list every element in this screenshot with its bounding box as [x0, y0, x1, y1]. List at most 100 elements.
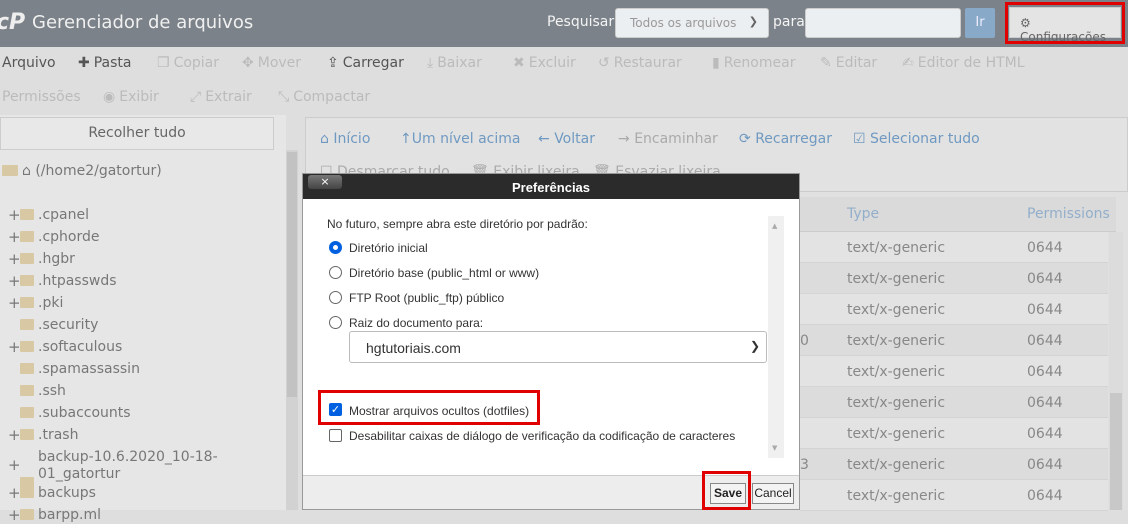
column-type[interactable]: Type [847, 206, 879, 222]
toolbar-arquivo-button[interactable]: Arquivo [2, 55, 56, 71]
tree-item-name: .cpanel [38, 207, 89, 223]
reload-label: Recarregar [755, 131, 832, 147]
scroll-up-icon[interactable]: ▲ [772, 222, 777, 230]
toolbar-extrair-button[interactable]: ⤢ Extrair [190, 89, 252, 105]
app-title: Gerenciador de arquivos [32, 12, 254, 33]
toolbar-permissões-button[interactable]: Permissões [2, 89, 81, 105]
radio-option-label[interactable]: Diretório inicial [349, 241, 428, 255]
search-input[interactable] [805, 8, 961, 38]
toolbar-pasta-button[interactable]: ✚ Pasta [78, 55, 132, 71]
docroot-select[interactable]: hgtutoriais.com ❯ [349, 331, 767, 363]
column-permissions[interactable]: Permissions [1027, 206, 1110, 222]
table-row[interactable]: text/x-generic 0644 [800, 387, 1108, 418]
toolbar-label: Excluir [528, 55, 576, 71]
cancel-button[interactable]: Cancel [752, 483, 794, 504]
toolbar-copiar-button[interactable]: ❐ Copiar [157, 55, 219, 71]
back-button[interactable]: ← Voltar [538, 131, 595, 147]
tree-item[interactable]: .htpasswds [20, 273, 117, 289]
toolbar-excluir-button[interactable]: ✖ Excluir [513, 55, 576, 71]
toolbar-restaurar-button[interactable]: ↺ Restaurar [598, 55, 682, 71]
toolbar-label: Carregar [342, 55, 404, 71]
edit-icon: ✍ [902, 55, 914, 71]
tree-item[interactable]: .spamassassin [20, 361, 140, 377]
toolbar-editar-button[interactable]: ✎ Editar [820, 55, 877, 71]
tree-item-label: .htpasswds [38, 273, 117, 289]
tree-item[interactable]: backups [20, 485, 96, 501]
tree-item[interactable]: .ssh [20, 383, 66, 399]
expand-icon[interactable]: + [8, 456, 21, 474]
table-row[interactable]: 0 text/x-generic 0644 [800, 325, 1108, 356]
tree-item[interactable]: .subaccounts [20, 405, 131, 421]
table-row[interactable]: 3 text/x-generic 0644 [800, 449, 1108, 480]
table-scrollbar-thumb[interactable] [1110, 393, 1122, 510]
forward-button[interactable]: → Encaminhar [618, 131, 718, 147]
tree-item[interactable]: .cphorde [20, 229, 99, 245]
table-row[interactable]: text/x-generic 0644 [800, 356, 1108, 387]
dialog-scrollbar[interactable]: ▲ ▼ [768, 216, 784, 458]
scroll-down-icon[interactable]: ▼ [772, 444, 777, 452]
toolbar-baixar-button[interactable]: ⤓ Baixar [427, 55, 482, 71]
tree-item-name: .trash [38, 427, 79, 443]
expand-icon[interactable]: + [8, 338, 21, 356]
search-scope-select[interactable]: Todos os arquivos ❯ [615, 8, 769, 38]
expand-icon[interactable]: + [8, 228, 21, 246]
expand-icon[interactable]: + [8, 506, 21, 524]
folder-icon [20, 363, 34, 374]
forward-label: Encaminhar [634, 131, 718, 147]
table-row[interactable]: text/x-generic 0644 [800, 418, 1108, 449]
tree-item-name: .hgbr [38, 251, 75, 267]
tree-item[interactable]: .trash [20, 427, 78, 443]
tree-item[interactable]: .pki [20, 295, 63, 311]
close-button[interactable]: × [308, 175, 342, 189]
sidebar-scrollbar-thumb[interactable] [287, 152, 297, 397]
expand-icon[interactable]: + [8, 484, 21, 502]
table-row[interactable]: text/x-generic 0644 [800, 294, 1108, 325]
table-row[interactable]: text/x-generic 0644 [800, 480, 1108, 511]
tree-item[interactable]: barpp.ml [20, 507, 101, 523]
expand-icon[interactable]: + [8, 294, 21, 312]
toolbar-renomear-button[interactable]: ▮ Renomear [712, 55, 795, 71]
select-all-button[interactable]: ☑ Selecionar tudo [853, 131, 980, 147]
x-icon: ✖ [513, 55, 525, 71]
expand-icon[interactable]: + [8, 272, 21, 290]
tree-item[interactable]: backup-10.6.2020_10-18- 01_gatortur [20, 449, 218, 488]
tree-item[interactable]: .softaculous [20, 339, 122, 355]
folder-icon [20, 509, 34, 520]
radio-option-1[interactable] [329, 241, 342, 254]
expand-icon[interactable]: + [8, 426, 21, 444]
collapse-all-button[interactable]: Recolher tudo [0, 117, 274, 150]
highlight-box [702, 471, 751, 510]
disable-encoding-label[interactable]: Desabilitar caixas de diálogo de verific… [349, 429, 735, 443]
toolbar-editor-de-html-button[interactable]: ✍ Editor de HTML [902, 55, 1025, 71]
table-row[interactable]: text/x-generic 0644 [800, 263, 1108, 294]
toolbar-label: Arquivo [2, 55, 56, 71]
reload-button[interactable]: ⟳ Recarregar [739, 131, 832, 147]
home-button[interactable]: ⌂ Início [320, 131, 370, 147]
toolbar-compactar-button[interactable]: ⤡ Compactar [278, 89, 370, 105]
radio-option-label[interactable]: FTP Root (public_ftp) público [349, 291, 504, 305]
tree-root[interactable]: ⌂ (/home2/gatortur) [2, 163, 162, 179]
up-level-button[interactable]: ↑Um nível acima [400, 131, 520, 147]
toolbar-carregar-button[interactable]: ⇪ Carregar [327, 55, 404, 71]
radio-option-4[interactable] [329, 316, 342, 329]
expand-icon[interactable]: + [8, 250, 21, 268]
tree-item[interactable]: .cpanel [20, 207, 89, 223]
radio-option-label[interactable]: Raiz do documento para: [349, 316, 483, 330]
toolbar-mover-button[interactable]: ✥ Mover [242, 55, 301, 71]
toolbar-exibir-button[interactable]: ◉ Exibir [103, 89, 159, 105]
tree-item[interactable]: .hgbr [20, 251, 75, 267]
expand-icon[interactable]: + [8, 206, 21, 224]
table-row[interactable]: text/x-generic 0644 [800, 232, 1108, 263]
file-icon: ▮ [712, 55, 720, 71]
tree-item-name: .ssh [38, 383, 66, 399]
radio-option-2[interactable] [329, 266, 342, 279]
download-icon: ⤓ [427, 55, 434, 71]
radio-option-3[interactable] [329, 291, 342, 304]
radio-option-label[interactable]: Diretório base (public_html or www) [349, 266, 539, 280]
tree-item-name-cont: 01_gatortur [38, 466, 121, 482]
go-button[interactable]: Ir [965, 8, 995, 38]
tree-item[interactable]: .security [20, 317, 98, 333]
disable-encoding-checkbox[interactable] [329, 429, 342, 442]
permissions-cell: 0644 [1027, 271, 1063, 287]
highlight-box [1005, 2, 1125, 44]
